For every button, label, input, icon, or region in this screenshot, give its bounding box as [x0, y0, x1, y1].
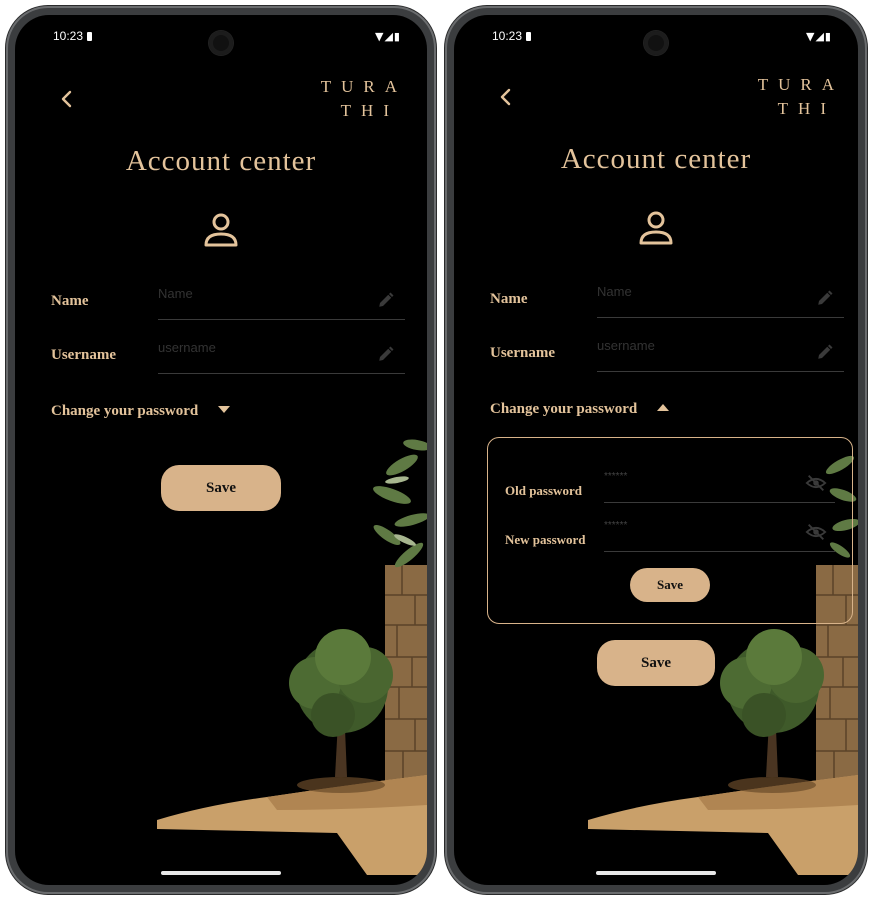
name-row: Name: [51, 281, 405, 321]
username-label: Username: [51, 347, 116, 363]
tree-wall-scenery-image: [157, 439, 427, 875]
user-icon: [204, 213, 238, 247]
new-password-label: New password: [505, 532, 586, 547]
username-row: Username: [51, 335, 405, 375]
camera-cutout: [209, 31, 233, 55]
eye-off-icon[interactable]: [805, 472, 827, 494]
brand-line-2: THI: [777, 99, 836, 118]
camera-cutout: [644, 31, 668, 55]
home-indicator[interactable]: [161, 871, 281, 875]
change-password-toggle[interactable]: Change your password: [51, 403, 231, 420]
name-label: Name: [490, 291, 528, 307]
brand-logo: TURA THI: [321, 75, 407, 123]
change-password-panel: Old password New password Save: [487, 437, 853, 624]
name-input[interactable]: [158, 281, 358, 305]
status-time: 10:23: [492, 29, 532, 43]
phone-frame-collapsed: 10:23 ▼◢▮ TURA THI Account center Name N…: [6, 6, 436, 894]
brand-line-1: TURA: [320, 77, 407, 96]
change-password-toggle[interactable]: Change your password: [490, 401, 670, 418]
change-password-label: Change your password: [51, 403, 199, 419]
sim-icon: [526, 32, 532, 41]
save-button[interactable]: Save: [597, 640, 715, 686]
back-chevron-icon[interactable]: [494, 85, 518, 109]
old-password-input[interactable]: [604, 468, 754, 484]
new-password-input[interactable]: [604, 517, 754, 533]
username-label: Username: [490, 345, 555, 361]
edit-pencil-icon[interactable]: [816, 289, 834, 307]
edit-pencil-icon[interactable]: [377, 291, 395, 309]
name-label: Name: [51, 293, 89, 309]
name-row: Name: [490, 279, 844, 319]
back-chevron-icon[interactable]: [55, 87, 79, 111]
sim-icon: [87, 32, 93, 41]
brand-line-1: TURA: [757, 75, 844, 94]
dropdown-arrow-icon: [218, 406, 231, 413]
old-password-label: Old password: [505, 483, 582, 498]
edit-pencil-icon[interactable]: [816, 343, 834, 361]
brand-line-2: THI: [340, 101, 399, 120]
name-field: [597, 279, 844, 318]
user-icon: [639, 211, 673, 245]
save-password-button[interactable]: Save: [630, 568, 710, 602]
dropdown-arrow-icon: [657, 404, 670, 411]
home-indicator[interactable]: [596, 871, 716, 875]
page-title: Account center: [125, 145, 317, 177]
status-icons: ▼◢▮: [375, 30, 401, 43]
username-field: [597, 333, 844, 372]
status-time: 10:23: [53, 29, 93, 43]
new-password-row: New password: [505, 515, 835, 553]
phone-frame-expanded: 10:23 ▼◢▮ TURA THI Account center Name N…: [445, 6, 867, 894]
username-row: Username: [490, 333, 844, 373]
status-icons: ▼◢▮: [806, 30, 832, 43]
username-field: [158, 335, 405, 374]
page-title: Account center: [560, 143, 752, 175]
new-password-field: [604, 515, 835, 552]
change-password-label: Change your password: [490, 401, 638, 417]
brand-logo: TURA THI: [758, 73, 844, 121]
account-center-screen: 10:23 ▼◢▮ TURA THI Account center Name N…: [454, 15, 858, 885]
eye-off-icon[interactable]: [805, 521, 827, 543]
old-password-row: Old password: [505, 466, 835, 504]
old-password-field: [604, 466, 835, 503]
username-input[interactable]: [158, 335, 358, 359]
account-center-screen: 10:23 ▼◢▮ TURA THI Account center Name N…: [15, 15, 427, 885]
name-input[interactable]: [597, 279, 797, 303]
username-input[interactable]: [597, 333, 797, 357]
name-field: [158, 281, 405, 320]
edit-pencil-icon[interactable]: [377, 345, 395, 363]
